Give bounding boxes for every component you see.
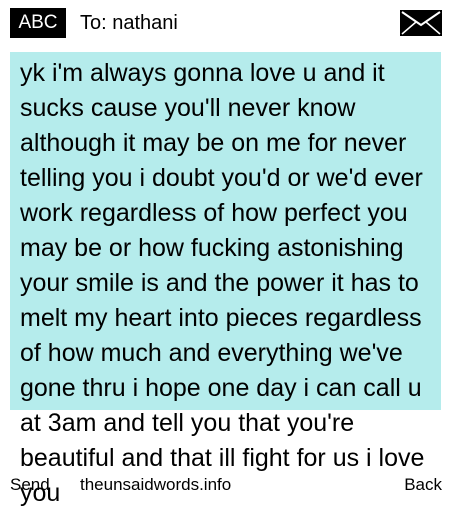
message-header: ABC To: nathani	[0, 0, 450, 46]
send-button[interactable]: Send	[10, 474, 50, 496]
input-mode-indicator: ABC	[10, 8, 66, 38]
recipient-label[interactable]: To: nathani	[80, 10, 178, 36]
site-link[interactable]: theunsaidwords.info	[80, 474, 231, 496]
message-text[interactable]: yk i'm always gonna love u and it sucks …	[20, 56, 436, 511]
softkey-bar: Send theunsaidwords.info Back	[0, 472, 450, 500]
envelope-icon	[400, 10, 442, 36]
back-button[interactable]: Back	[404, 474, 442, 496]
